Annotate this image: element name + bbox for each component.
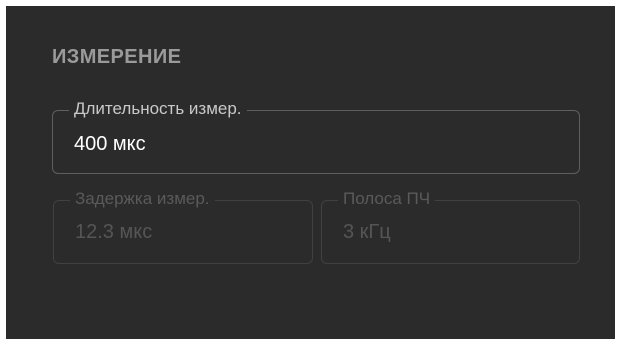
measurement-duration-value[interactable]: 400 мкс [74,133,146,156]
measurement-delay-field: Задержка измер. 12.3 мкс [53,189,313,264]
if-bandwidth-label: Полоса ПЧ [338,189,436,209]
measurement-duration-field[interactable]: Длительность измер. 400 мкс [52,99,580,174]
measurement-delay-value: 12.3 мкс [75,221,153,243]
if-bandwidth-field: Полоса ПЧ 3 кГц [321,189,580,264]
measurement-panel: ИЗМЕРЕНИЕ Длительность измер. 400 мкс За… [6,6,615,339]
if-bandwidth-value: 3 кГц [343,221,391,243]
section-title: ИЗМЕРЕНИЕ [52,46,182,68]
measurement-duration-label: Длительность измер. [69,99,247,119]
measurement-delay-label: Задержка измер. [70,189,215,209]
